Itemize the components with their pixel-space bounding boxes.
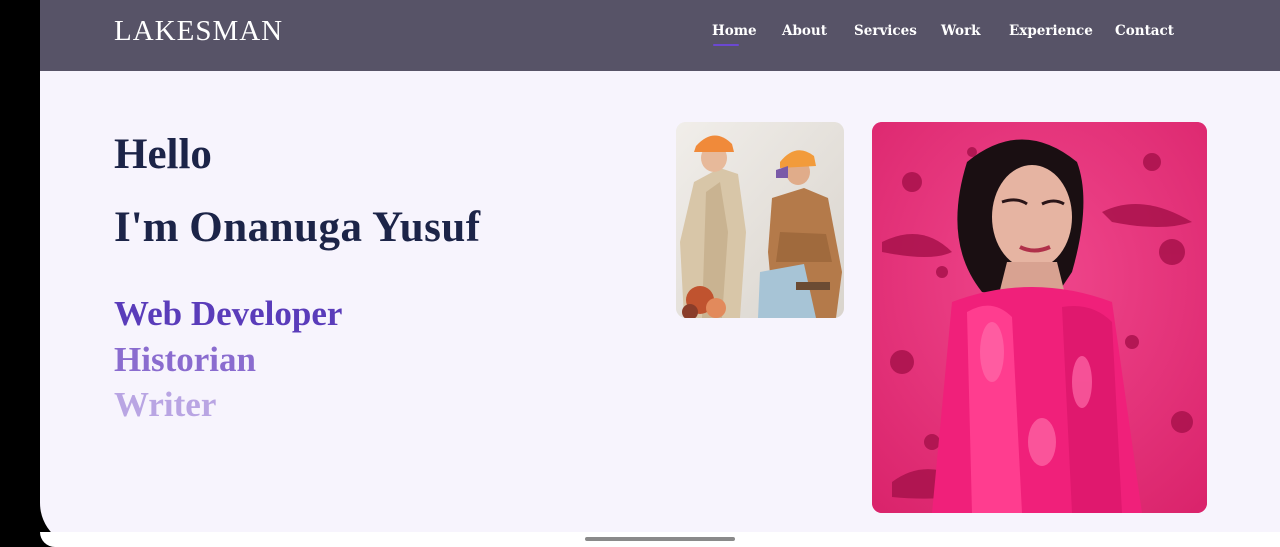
device-bezel	[0, 0, 40, 547]
active-nav-underline	[713, 44, 739, 46]
portfolio-image-large	[872, 122, 1207, 513]
nav-work[interactable]: Work	[941, 23, 981, 39]
person-name: Onanuga Yusuf	[189, 204, 481, 251]
nav-home[interactable]: Home	[712, 23, 757, 39]
top-navigation-bar: LAKESMAN Home About Services Work Experience…	[40, 0, 1280, 71]
role-historian: Historian	[114, 340, 256, 379]
nav-services[interactable]: Services	[854, 23, 917, 39]
nav-about[interactable]: About	[782, 23, 827, 39]
nav-experience[interactable]: Experience	[1009, 23, 1093, 39]
intro-heading: I'm Onanuga Yusuf	[114, 203, 481, 252]
home-indicator[interactable]	[585, 537, 735, 541]
intro-prefix: I'm	[114, 204, 190, 251]
greeting: Hello	[114, 131, 212, 178]
browser-viewport: LAKESMAN Home About Services Work Experience…	[40, 0, 1280, 547]
portfolio-image-small	[676, 122, 844, 318]
role-writer: Writer	[114, 385, 217, 424]
role-web-developer: Web Developer	[114, 294, 343, 333]
fashion-duo-photo	[676, 122, 844, 318]
nav-contact[interactable]: Contact	[1115, 23, 1174, 39]
site-logo[interactable]: LAKESMAN	[114, 15, 283, 48]
pink-paint-portrait-photo	[872, 122, 1207, 513]
